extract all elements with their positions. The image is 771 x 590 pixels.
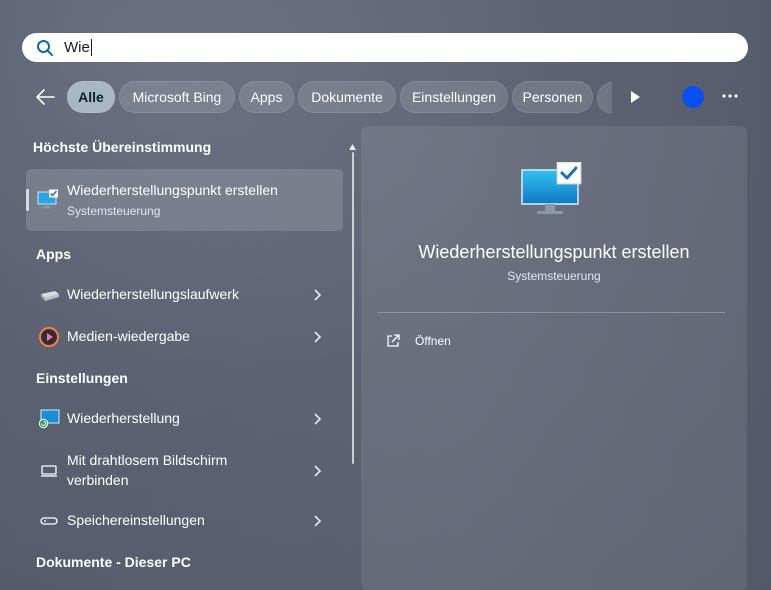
list-item-label: Wiederherstellungslaufwerk [67,286,239,302]
chip-microsoft-bing[interactable]: Microsoft Bing [119,81,235,113]
selection-indicator [26,189,29,211]
recovery-drive-icon [38,285,60,305]
restore-point-monitor-icon [37,189,59,209]
open-action[interactable]: Öffnen [385,331,451,351]
profile-avatar[interactable] [682,86,704,108]
search-icon [36,39,54,57]
apps-heading: Apps [36,246,71,262]
chevron-right-icon[interactable] [312,288,322,302]
list-item-label: Speichereinstellungen [67,512,205,528]
chip-einstellungen[interactable]: Einstellungen [400,81,508,113]
list-item-label-line2: verbinden [67,472,129,488]
media-player-icon [38,327,60,347]
search-input-value: Wie [64,38,90,56]
chip-overflow-partial[interactable] [597,81,612,113]
search-input[interactable]: Wie [64,39,92,57]
divider [377,312,725,313]
results-list: Höchste Übereinstimmung Wiederherstellun… [0,126,360,590]
back-arrow-icon[interactable] [34,86,56,108]
list-item-recovery-drive[interactable]: Wiederherstellungslaufwerk [26,284,343,306]
chevron-right-icon[interactable] [312,464,322,478]
wireless-display-icon [38,461,60,481]
open-label: Öffnen [415,334,451,348]
documents-heading: Dokumente - Dieser PC [36,554,191,570]
chevron-right-icon[interactable] [312,330,322,344]
list-item-media-player[interactable]: Medien-wiedergabe [26,326,343,348]
chip-alle[interactable]: Alle [67,81,115,113]
best-match-item[interactable]: Wiederherstellungspunkt erstellen System… [26,169,343,231]
list-item-label: Medien-wiedergabe [67,328,190,344]
recovery-settings-icon [38,409,60,429]
list-item-wireless-display[interactable]: Mit drahtlosem Bildschirm verbinden [26,450,343,492]
best-match-subtitle: Systemsteuerung [67,204,161,218]
list-item-label: Wiederherstellung [67,410,180,426]
preview-title: Wiederherstellungspunkt erstellen [418,242,690,262]
scroll-up-arrow-icon[interactable] [348,138,357,150]
chevron-right-icon[interactable] [312,412,322,426]
search-box[interactable]: Wie [22,33,748,62]
chip-partial [597,82,612,113]
filter-bar: Alle Microsoft Bing Apps Dokumente Einst… [0,80,771,114]
more-options-icon[interactable] [719,85,741,107]
preview-subtitle: Systemsteuerung [507,269,601,283]
chip-apps[interactable]: Apps [239,81,294,113]
list-item-label-line1: Mit drahtlosem Bildschirm [67,452,228,468]
best-match-title: Wiederherstellungspunkt erstellen [67,182,278,198]
chip-dokumente[interactable]: Dokumente [298,81,396,113]
storage-icon [38,511,60,531]
open-external-icon [385,333,401,349]
chevron-right-icon[interactable] [312,514,322,528]
list-item-storage-settings[interactable]: Speichereinstellungen [26,510,343,532]
chip-personen[interactable]: Personen [512,81,593,113]
scrollbar-thumb[interactable] [352,152,354,464]
best-match-heading: Höchste Übereinstimmung [33,139,212,155]
restore-point-monitor-icon [521,161,583,218]
text-caret [90,38,92,56]
play-icon[interactable] [628,89,642,105]
list-item-recovery-settings[interactable]: Wiederherstellung [26,408,343,430]
settings-heading: Einstellungen [36,370,128,386]
preview-panel: Wiederherstellungspunkt erstellen System… [361,126,747,590]
